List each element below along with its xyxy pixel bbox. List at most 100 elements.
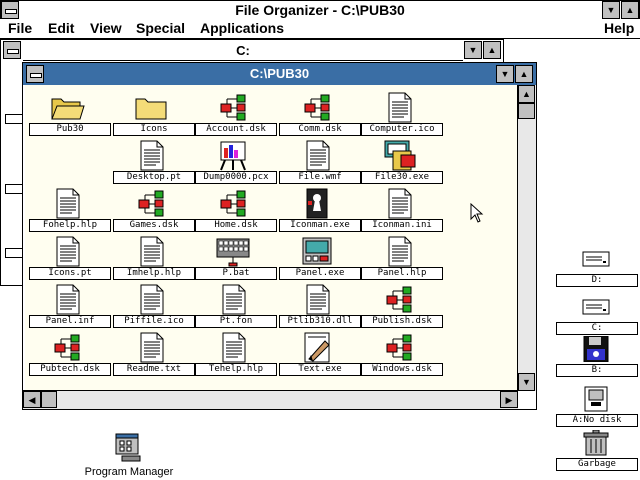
file-item[interactable]: Comm.dsk: [277, 89, 361, 136]
menu-applications[interactable]: Applications: [200, 20, 284, 36]
network-icon: [299, 91, 335, 123]
hard-drive-icon: [582, 294, 610, 320]
pen-icon: [299, 331, 335, 363]
folder-icon: [133, 91, 169, 123]
file-item[interactable]: Panel.hlp: [359, 233, 443, 280]
drive-window-title: C:: [236, 43, 250, 58]
network-icon: [215, 187, 251, 219]
drive-item[interactable]: C:: [556, 294, 638, 335]
file-item[interactable]: Home.dsk: [193, 185, 277, 232]
drive-item[interactable]: D:: [556, 246, 638, 287]
floppy-disk-icon: [582, 335, 610, 363]
menu-view[interactable]: View: [90, 20, 122, 36]
vertical-scroll-thumb[interactable]: [518, 103, 535, 119]
file-item[interactable]: Icons: [111, 89, 195, 136]
scroll-up-button[interactable]: ▲: [518, 85, 535, 103]
scroll-down-button[interactable]: ▼: [518, 373, 535, 391]
document-icon: [299, 283, 335, 315]
easel-icon: [215, 139, 251, 171]
file-item[interactable]: Fohelp.hlp: [27, 185, 111, 232]
document-icon: [133, 331, 169, 363]
file-item[interactable]: Tehelp.hlp: [193, 329, 277, 376]
file-item[interactable]: Publish.dsk: [359, 281, 443, 328]
folder-window-title-bar[interactable]: C:\PUB30 ▼ ▲: [23, 63, 536, 85]
file-grid: Pub30 Icons Account.dsk Comm.dsk Computer.ic…: [25, 85, 517, 391]
file-label: Desktop.pt: [113, 171, 195, 184]
drive-window-maximize-button[interactable]: ▲: [483, 41, 501, 59]
document-icon: [215, 331, 251, 363]
file-label: Computer.ico: [361, 123, 443, 136]
horizontal-scroll-thumb[interactable]: [41, 391, 57, 408]
file-item[interactable]: Desktop.pt: [111, 137, 195, 184]
document-icon: [381, 235, 417, 267]
file-label: Fohelp.hlp: [29, 219, 111, 232]
file-label: Panel.inf: [29, 315, 111, 328]
file-item[interactable]: Games.dsk: [111, 185, 195, 232]
file-item[interactable]: Pt.fon: [193, 281, 277, 328]
scroll-right-button[interactable]: ▶: [500, 391, 518, 408]
file-item[interactable]: P.bat: [193, 233, 277, 280]
drive-window-title-bar: C:: [23, 40, 463, 61]
folder-open-icon: [49, 91, 85, 123]
file-item[interactable]: File30.exe: [359, 137, 443, 184]
network-icon: [49, 331, 85, 363]
file-label: Dump0000.pcx: [195, 171, 277, 184]
menu-help[interactable]: Help: [604, 20, 634, 36]
file-item[interactable]: Iconman.ini: [359, 185, 443, 232]
drive-item[interactable]: Garbage: [556, 429, 638, 471]
scroll-left-button[interactable]: ◀: [23, 391, 41, 408]
document-icon: [49, 187, 85, 219]
maximize-button[interactable]: ▲: [621, 1, 639, 19]
file-item[interactable]: Imhelp.hlp: [111, 233, 195, 280]
drive-item[interactable]: B:: [556, 335, 638, 377]
file-item[interactable]: Dump0000.pcx: [193, 137, 277, 184]
file-item[interactable]: Icons.pt: [27, 233, 111, 280]
file-item[interactable]: Panel.inf: [27, 281, 111, 328]
file-item[interactable]: Computer.ico: [359, 89, 443, 136]
file-item[interactable]: Pubtech.dsk: [27, 329, 111, 376]
file-app-icon: [381, 139, 417, 171]
document-icon: [381, 187, 417, 219]
file-item[interactable]: Piffile.ico: [111, 281, 195, 328]
keyhole-icon: [299, 187, 335, 219]
drive-window-system-button[interactable]: [3, 41, 21, 59]
app-title-bar: File Organizer - C:\PUB30 ▼ ▲: [0, 0, 640, 20]
minimize-button[interactable]: ▼: [602, 1, 620, 19]
file-item[interactable]: Readme.txt: [111, 329, 195, 376]
menu-edit[interactable]: Edit: [48, 20, 74, 36]
floppy-empty-icon: [582, 386, 610, 412]
horizontal-scrollbar[interactable]: ◀ ▶: [23, 390, 518, 409]
document-icon: [133, 139, 169, 171]
file-item[interactable]: Iconman.exe: [277, 185, 361, 232]
drive-window-minimize-button[interactable]: ▼: [464, 41, 482, 59]
drive-item[interactable]: A:No disk: [556, 386, 638, 427]
file-item[interactable]: Panel.exe: [277, 233, 361, 280]
program-manager[interactable]: Program Manager: [84, 430, 174, 480]
document-icon: [49, 283, 85, 315]
file-label: Panel.hlp: [361, 267, 443, 280]
file-label: Ptlib310.dll: [279, 315, 361, 328]
panel-icon: [299, 235, 335, 267]
file-item[interactable]: File.wmf: [277, 137, 361, 184]
folder-window-title: C:\PUB30: [249, 66, 310, 81]
file-label: Iconman.ini: [361, 219, 443, 232]
file-label: Iconman.exe: [279, 219, 361, 232]
document-icon: [299, 139, 335, 171]
file-label: Windows.dsk: [361, 363, 443, 376]
menu-file[interactable]: File: [8, 20, 32, 36]
keyboard-icon: [215, 235, 251, 267]
vertical-scrollbar[interactable]: ▲ ▼: [517, 85, 536, 391]
folder-window-minimize-button[interactable]: ▼: [496, 65, 514, 83]
file-label: Account.dsk: [195, 123, 277, 136]
file-item[interactable]: Windows.dsk: [359, 329, 443, 376]
document-icon: [381, 91, 417, 123]
file-item[interactable]: Account.dsk: [193, 89, 277, 136]
program-manager-label: Program Manager: [84, 466, 174, 478]
file-item[interactable]: Text.exe: [277, 329, 361, 376]
file-item[interactable]: Pub30: [27, 89, 111, 136]
file-item[interactable]: Ptlib310.dll: [277, 281, 361, 328]
drive-label: Garbage: [556, 458, 638, 471]
menu-special[interactable]: Special: [136, 20, 185, 36]
drive-label: C:: [556, 322, 638, 335]
folder-window-maximize-button[interactable]: ▲: [515, 65, 533, 83]
